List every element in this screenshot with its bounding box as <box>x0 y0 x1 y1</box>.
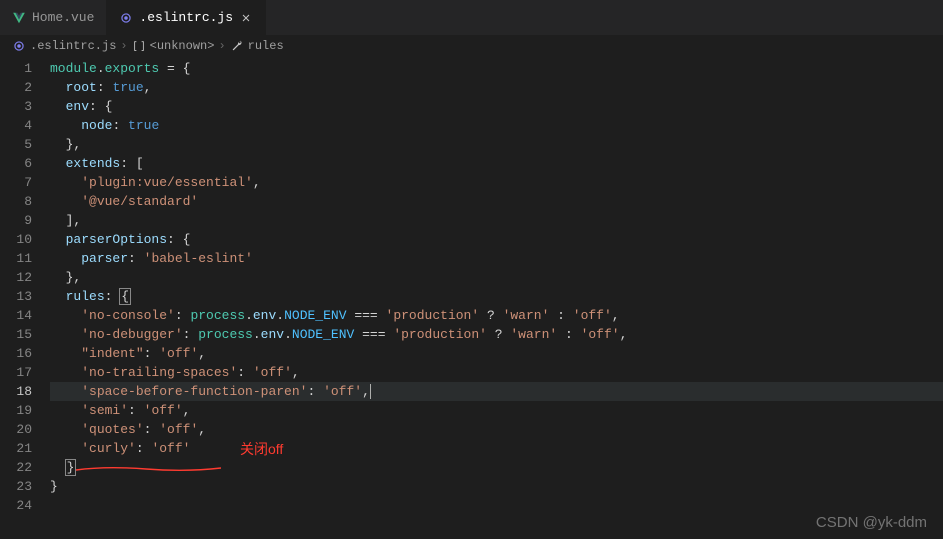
breadcrumb-symbol[interactable]: rules <box>248 39 284 53</box>
eslint-icon <box>12 39 26 53</box>
tab-home-vue[interactable]: Home.vue <box>0 0 107 35</box>
breadcrumb-file[interactable]: .eslintrc.js <box>30 39 116 53</box>
annotation-text: 关闭off <box>240 439 283 459</box>
watermark: CSDN @yk-ddm <box>816 514 927 531</box>
annotation-underline <box>76 466 221 473</box>
tab-label: .eslintrc.js <box>139 10 233 25</box>
wrench-icon <box>230 39 244 53</box>
text-cursor <box>370 384 371 399</box>
line-gutter: 123456789101112131415161718192021222324 <box>0 57 50 539</box>
breadcrumb: .eslintrc.js › <unknown> › rules <box>0 35 943 57</box>
code-content[interactable]: module.exports = { root: true, env: { no… <box>50 57 943 539</box>
brackets-icon <box>132 39 146 53</box>
tab-eslintrc[interactable]: .eslintrc.js <box>107 0 266 35</box>
eslint-icon <box>119 11 133 25</box>
tab-label: Home.vue <box>32 10 94 25</box>
breadcrumb-symbol[interactable]: <unknown> <box>150 39 215 53</box>
editor-tabs: Home.vue .eslintrc.js <box>0 0 943 35</box>
vue-icon <box>12 11 26 25</box>
chevron-right-icon: › <box>218 39 225 53</box>
editor-area[interactable]: 123456789101112131415161718192021222324 … <box>0 57 943 539</box>
close-icon[interactable] <box>239 11 253 25</box>
chevron-right-icon: › <box>120 39 127 53</box>
